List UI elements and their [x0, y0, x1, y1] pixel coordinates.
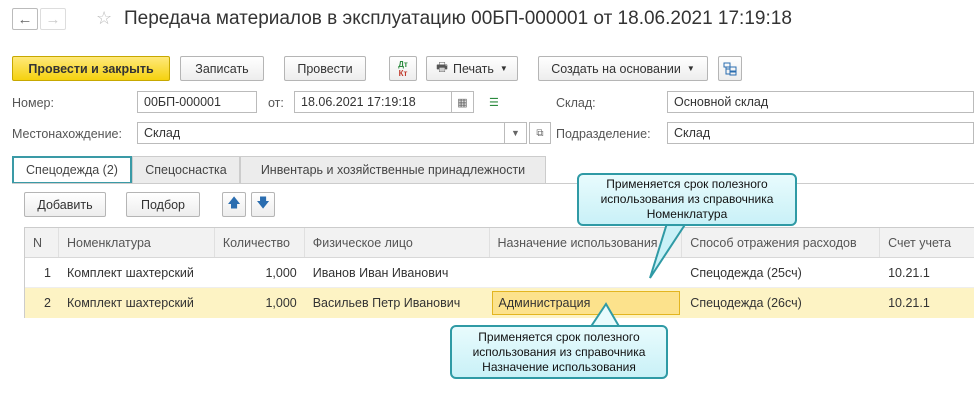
- callout-line: Применяется срок полезного: [478, 329, 640, 344]
- callout-line: Применяется срок полезного: [606, 177, 768, 191]
- purpose-callout: Применяется срок полезного использования…: [450, 325, 668, 379]
- nomenclature-callout: Применяется срок полезного использования…: [577, 173, 797, 226]
- callout-line: использования из справочника: [472, 344, 646, 359]
- callout-line: Назначение использования: [482, 359, 636, 374]
- callout-line: Номенклатура: [646, 207, 728, 221]
- callout-line: использования из справочника: [600, 192, 774, 206]
- top-callout-pointer: [649, 219, 690, 279]
